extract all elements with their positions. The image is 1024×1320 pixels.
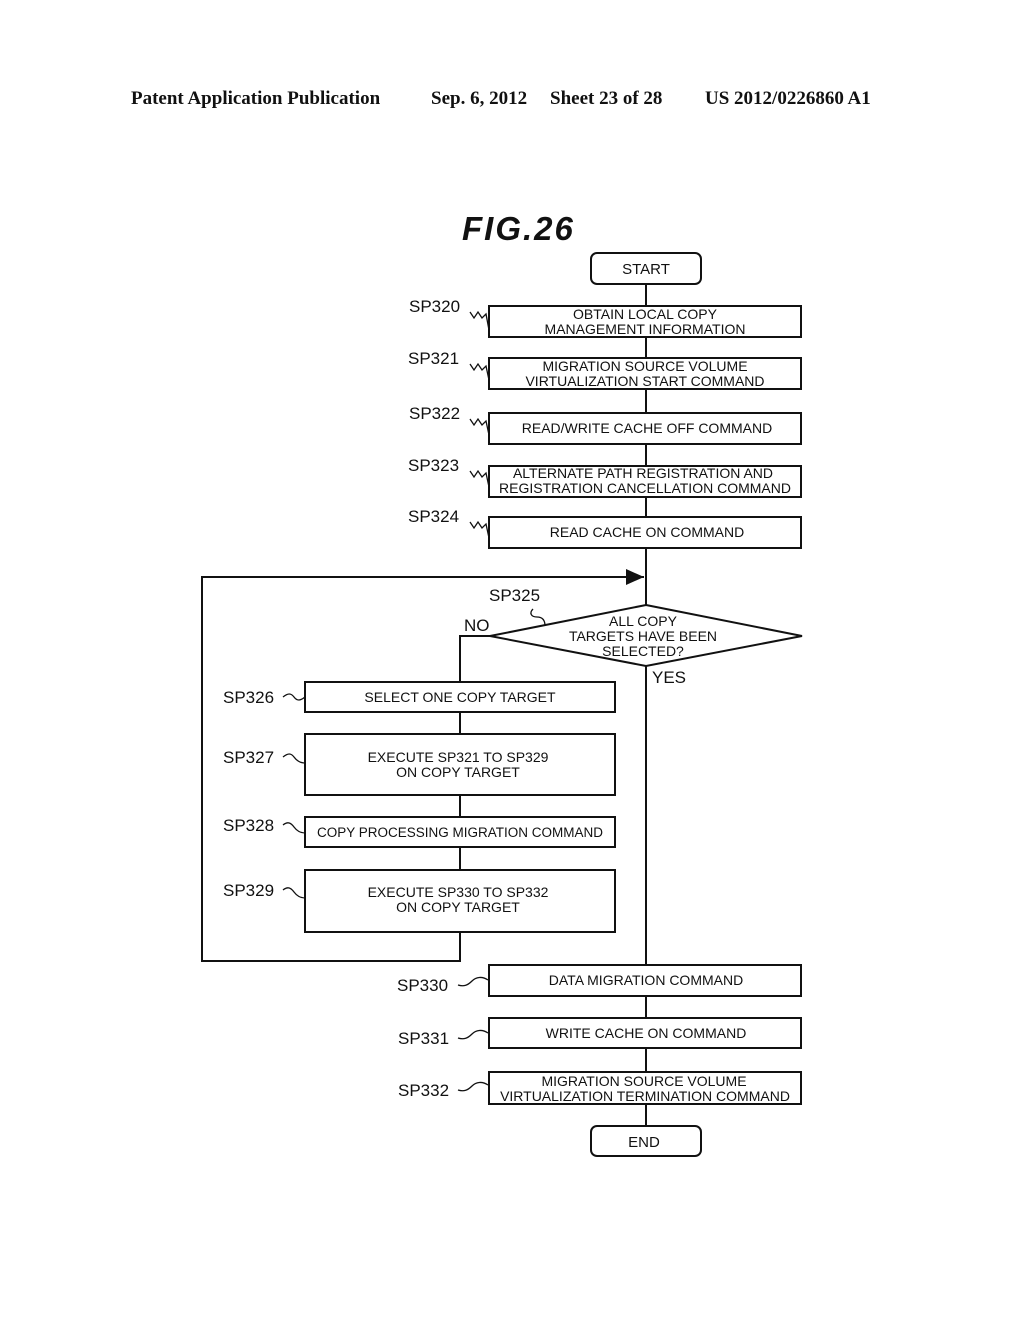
step-label-sp328: SP328 — [223, 816, 274, 835]
leader-line — [469, 310, 490, 331]
svg-text:READ CACHE ON COMMAND: READ CACHE ON COMMAND — [550, 524, 744, 540]
svg-text:VIRTUALIZATION START COMMAND: VIRTUALIZATION START COMMAND — [525, 373, 764, 389]
step-sp332: MIGRATION SOURCE VOLUME VIRTUALIZATION T… — [488, 1071, 802, 1105]
leader-line — [457, 1081, 489, 1092]
flowchart: START OBTAIN LOCAL COPY MANAGEMENT INFOR… — [201, 252, 803, 1157]
step-label-sp320: SP320 — [409, 297, 460, 316]
step-sp324: READ CACHE ON COMMAND — [488, 516, 802, 549]
step-sp327: EXECUTE SP321 TO SP329 ON COPY TARGET — [304, 733, 616, 796]
leader-line — [469, 520, 490, 539]
leader-line — [469, 469, 490, 488]
svg-text:SELECTED?: SELECTED? — [602, 643, 684, 659]
step-sp322: READ/WRITE CACHE OFF COMMAND — [488, 412, 802, 445]
step-label-sp329: SP329 — [223, 881, 274, 900]
step-label-sp327: SP327 — [223, 748, 274, 767]
step-label-sp326: SP326 — [223, 688, 274, 707]
svg-text:EXECUTE SP330 TO SP332: EXECUTE SP330 TO SP332 — [368, 884, 549, 900]
svg-text:END: END — [628, 1134, 660, 1151]
svg-text:START: START — [622, 261, 670, 278]
step-label-sp330: SP330 — [397, 976, 448, 995]
leader-line — [469, 417, 490, 436]
svg-text:MANAGEMENT INFORMATION: MANAGEMENT INFORMATION — [545, 321, 746, 337]
svg-text:TARGETS HAVE BEEN: TARGETS HAVE BEEN — [569, 628, 717, 644]
yes-branch-label: YES — [652, 668, 686, 687]
step-label-sp331: SP331 — [398, 1029, 449, 1048]
step-sp323: ALTERNATE PATH REGISTRATION AND REGISTRA… — [488, 465, 802, 498]
step-sp321: MIGRATION SOURCE VOLUME VIRTUALIZATION S… — [488, 357, 802, 390]
svg-text:MIGRATION SOURCE VOLUME: MIGRATION SOURCE VOLUME — [541, 1073, 746, 1089]
step-label-sp332: SP332 — [398, 1081, 449, 1100]
step-label-sp321: SP321 — [408, 349, 459, 368]
no-connector — [459, 635, 490, 682]
svg-text:MIGRATION SOURCE VOLUME: MIGRATION SOURCE VOLUME — [542, 358, 747, 374]
no-branch-label: NO — [464, 616, 490, 635]
leader-line — [282, 887, 306, 899]
svg-text:ON COPY TARGET: ON COPY TARGET — [396, 764, 520, 780]
step-sp320: OBTAIN LOCAL COPY MANAGEMENT INFORMATION — [488, 305, 802, 338]
step-sp326: SELECT ONE COPY TARGET — [304, 681, 616, 713]
leader-line — [457, 976, 489, 987]
start-terminal: START — [590, 252, 702, 285]
leader-line — [530, 608, 546, 627]
step-label-sp325: SP325 — [489, 586, 540, 605]
leader-line — [282, 693, 306, 701]
step-label-sp324: SP324 — [408, 507, 459, 526]
decision-sp325: ALL COPY TARGETS HAVE BEEN SELECTED? — [489, 603, 803, 668]
svg-text:EXECUTE SP321 TO SP329: EXECUTE SP321 TO SP329 — [368, 749, 549, 765]
svg-text:SELECT ONE COPY TARGET: SELECT ONE COPY TARGET — [364, 689, 556, 705]
svg-text:ALL COPY: ALL COPY — [609, 613, 678, 629]
leader-line — [469, 362, 490, 381]
leader-line — [457, 1029, 489, 1040]
svg-text:OBTAIN LOCAL COPY: OBTAIN LOCAL COPY — [573, 306, 718, 322]
step-label-sp323: SP323 — [408, 456, 459, 475]
leader-line — [282, 753, 306, 764]
svg-text:READ/WRITE CACHE OFF COMMAND: READ/WRITE CACHE OFF COMMAND — [522, 420, 772, 436]
step-sp330: DATA MIGRATION COMMAND — [488, 964, 802, 997]
svg-text:COPY PROCESSING MIGRATION COMM: COPY PROCESSING MIGRATION COMMAND — [317, 825, 603, 840]
step-sp331: WRITE CACHE ON COMMAND — [488, 1017, 802, 1049]
end-terminal: END — [590, 1125, 702, 1157]
svg-text:WRITE CACHE ON COMMAND: WRITE CACHE ON COMMAND — [546, 1025, 747, 1041]
step-sp328: COPY PROCESSING MIGRATION COMMAND — [304, 816, 616, 848]
svg-text:ON COPY TARGET: ON COPY TARGET — [396, 899, 520, 915]
svg-text:REGISTRATION CANCELLATION COMM: REGISTRATION CANCELLATION COMMAND — [499, 480, 791, 496]
svg-text:DATA MIGRATION COMMAND: DATA MIGRATION COMMAND — [549, 972, 743, 988]
step-sp329: EXECUTE SP330 TO SP332 ON COPY TARGET — [304, 869, 616, 933]
leader-line — [282, 822, 306, 834]
svg-text:ALTERNATE PATH REGISTRATION AN: ALTERNATE PATH REGISTRATION AND — [513, 465, 773, 481]
svg-text:VIRTUALIZATION TERMINATION COM: VIRTUALIZATION TERMINATION COMMAND — [500, 1088, 790, 1104]
step-label-sp322: SP322 — [409, 404, 460, 423]
